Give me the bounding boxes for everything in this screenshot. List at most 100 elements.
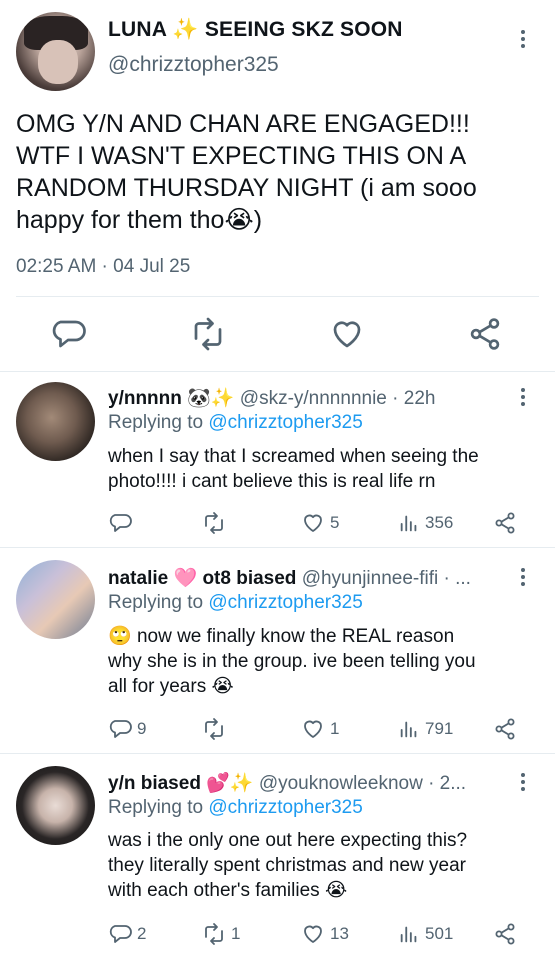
like-count: 5 xyxy=(330,513,340,532)
reply-text-line: when I say that I screamed when seeing t… xyxy=(108,446,479,467)
reply-text: 🙄 now we finally know the REAL reason wh… xyxy=(108,624,538,699)
share-icon xyxy=(493,511,517,535)
reply-actions: 5 356 xyxy=(108,510,528,540)
reply-text-fragment: with each other's families xyxy=(108,880,320,901)
like-icon[interactable] xyxy=(329,316,365,352)
reply-button[interactable]: 2 xyxy=(108,921,146,947)
retweet-icon[interactable] xyxy=(190,316,226,352)
eye-roll-emoji: 🙄 xyxy=(108,626,132,647)
retweet-icon xyxy=(202,511,226,535)
like-icon xyxy=(301,511,325,535)
replying-prefix: Replying to xyxy=(108,412,209,433)
more-options-icon[interactable] xyxy=(518,388,528,406)
panda-sparkle-emoji: 🐼✨ xyxy=(187,388,235,409)
reply-icon xyxy=(108,922,132,946)
pink-heart-emoji: 🩷 xyxy=(173,568,198,589)
retweet-icon xyxy=(202,717,226,741)
share-button[interactable] xyxy=(493,921,517,947)
share-icon xyxy=(493,922,517,946)
reply-text: when I say that I screamed when seeing t… xyxy=(108,444,538,494)
replying-prefix: Replying to xyxy=(108,797,209,818)
display-name-text: LUNA xyxy=(108,18,167,41)
reply-text-line: why she is in the group. ive been tellin… xyxy=(108,651,476,672)
tweet-text-line: happy for them tho😭) xyxy=(16,204,541,236)
reply-button[interactable]: 9 xyxy=(108,716,146,742)
more-options-icon[interactable] xyxy=(518,568,528,586)
like-count: 1 xyxy=(330,719,340,738)
share-icon[interactable] xyxy=(467,316,503,352)
handle-time[interactable]: @skz-y/nnnnnnie · 22h xyxy=(240,388,436,409)
more-options-icon[interactable] xyxy=(518,30,528,48)
views-button[interactable]: 791 xyxy=(398,716,453,742)
retweet-icon xyxy=(202,922,226,946)
tweet-text-line: RANDOM THURSDAY NIGHT (i am sooo xyxy=(16,174,477,202)
reply-icon[interactable] xyxy=(50,316,86,352)
reply-actions: 9 1 791 xyxy=(108,716,528,746)
avatar[interactable] xyxy=(16,766,95,845)
retweet-button[interactable] xyxy=(202,510,231,536)
reply-icon xyxy=(108,511,132,535)
tweet-text-line: OMG Y/N AND CHAN ARE ENGAGED!!! xyxy=(16,110,470,138)
display-name[interactable]: y/nnnnn xyxy=(108,388,182,409)
reply-count: 9 xyxy=(137,719,147,738)
views-button[interactable]: 356 xyxy=(398,510,453,536)
display-name-suffix: ot8 biased xyxy=(202,568,297,589)
reply-text-line: all for years 😭 xyxy=(108,674,538,699)
retweet-button[interactable] xyxy=(202,716,231,742)
reply-text: was i the only one out here expecting th… xyxy=(108,828,538,903)
timestamp[interactable]: 02:25 AM · 04 Jul 25 xyxy=(16,256,190,278)
views-button[interactable]: 501 xyxy=(398,921,453,947)
avatar[interactable] xyxy=(16,560,95,639)
reply-text-line: photo!!!! i cant believe this is real li… xyxy=(108,471,436,492)
reply-button[interactable] xyxy=(108,510,137,536)
share-icon xyxy=(493,717,517,741)
replying-to: Replying to @chrizztopher325 xyxy=(108,412,363,434)
handle-time[interactable]: @youknowleeknow · 2... xyxy=(259,773,466,794)
views-icon xyxy=(398,512,420,534)
share-button[interactable] xyxy=(493,716,517,742)
replying-handle-link[interactable]: @chrizztopher325 xyxy=(208,412,362,433)
reply-tweet[interactable]: y/n biased 💕✨ @youknowleeknow · 2... Rep… xyxy=(0,754,555,960)
sparkle-emoji: ✨ xyxy=(172,18,199,41)
user-handle[interactable]: @chrizztopher325 xyxy=(108,53,279,77)
reply-text-line: with each other's families 😭 xyxy=(108,878,538,903)
like-count: 13 xyxy=(330,924,349,943)
handle-time[interactable]: @hyunjinnee-fifi · ... xyxy=(302,568,471,589)
crying-emoji: 😭 xyxy=(224,206,254,234)
more-options-icon[interactable] xyxy=(518,773,528,791)
like-icon xyxy=(301,717,325,741)
reply-text-line: was i the only one out here expecting th… xyxy=(108,830,468,851)
like-button[interactable]: 1 xyxy=(301,716,339,742)
divider xyxy=(16,296,539,297)
display-name[interactable]: y/n biased xyxy=(108,773,201,794)
like-button[interactable]: 5 xyxy=(301,510,339,536)
retweet-button[interactable]: 1 xyxy=(202,921,240,947)
reply-tweet[interactable]: natalie 🩷 ot8 biased @hyunjinnee-fifi · … xyxy=(0,548,555,754)
reply-header: y/nnnnn 🐼✨ @skz-y/nnnnnnie · 22h xyxy=(108,386,528,410)
crying-emoji: 😭 xyxy=(324,880,348,901)
views-icon xyxy=(398,718,420,740)
replying-handle-link[interactable]: @chrizztopher325 xyxy=(208,592,362,613)
reply-tweet[interactable]: y/nnnnn 🐼✨ @skz-y/nnnnnnie · 22h Replyin… xyxy=(0,372,555,548)
reply-header: y/n biased 💕✨ @youknowleeknow · 2... xyxy=(108,771,513,795)
tweet-text-fragment: ) xyxy=(253,206,263,234)
tweet-actions xyxy=(0,316,555,356)
view-count: 501 xyxy=(425,924,454,943)
tweet-text-fragment: happy for them tho xyxy=(16,206,225,234)
reply-header: natalie 🩷 ot8 biased @hyunjinnee-fifi · … xyxy=(108,566,528,590)
avatar[interactable] xyxy=(16,12,95,91)
crying-emoji: 😭 xyxy=(211,676,234,697)
reply-text-line: 🙄 now we finally know the REAL reason xyxy=(108,624,538,649)
reply-text-line: they literally spent christmas and new y… xyxy=(108,855,466,876)
view-count: 356 xyxy=(425,513,454,532)
replying-handle-link[interactable]: @chrizztopher325 xyxy=(208,797,362,818)
display-name[interactable]: natalie xyxy=(108,568,168,589)
replying-to: Replying to @chrizztopher325 xyxy=(108,797,363,819)
main-tweet[interactable]: LUNA ✨ SEEING SKZ SOON @chrizztopher325 … xyxy=(0,0,555,372)
display-name[interactable]: LUNA ✨ SEEING SKZ SOON xyxy=(108,18,403,42)
share-button[interactable] xyxy=(493,510,517,536)
view-count: 791 xyxy=(425,719,454,738)
like-button[interactable]: 13 xyxy=(301,921,349,947)
reply-text-fragment: now we finally know the REAL reason xyxy=(136,626,455,647)
avatar[interactable] xyxy=(16,382,95,461)
